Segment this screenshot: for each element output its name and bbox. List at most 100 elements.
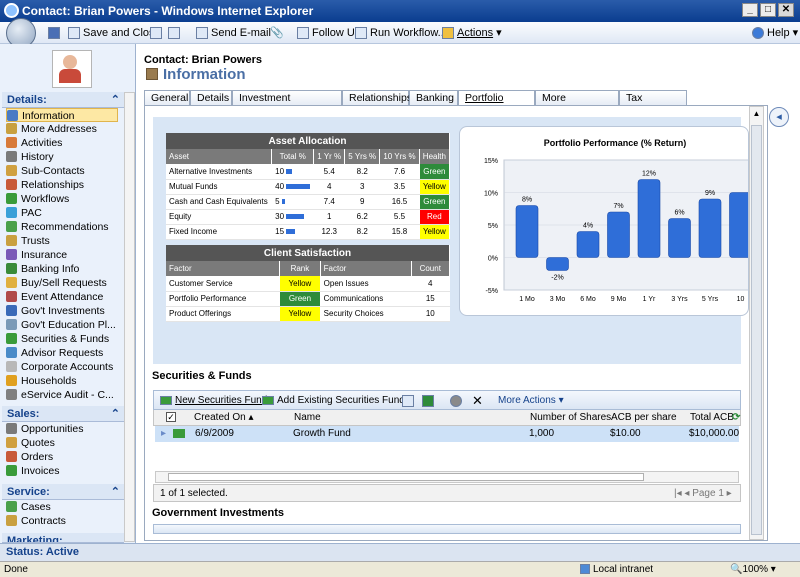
- sidebar-item-activities[interactable]: Activities: [6, 136, 118, 150]
- content-scrollbar[interactable]: ▲: [749, 106, 764, 540]
- factor-name-2: Open Issues: [320, 276, 412, 292]
- chart-xtick: 1 Yr: [643, 296, 656, 303]
- table-row: Product Offerings Yellow Security Choices 1…: [166, 306, 451, 322]
- select-all-checkbox[interactable]: ✓: [166, 411, 176, 425]
- cell-name[interactable]: Growth Fund: [293, 427, 351, 441]
- collapse-panel-icon[interactable]: ◂: [769, 107, 789, 127]
- details-section-header[interactable]: Details: ⌃: [2, 92, 124, 108]
- sidebar-item-pac[interactable]: PAC: [6, 206, 118, 220]
- satisfaction-col-header: Factor: [166, 261, 281, 276]
- col-name[interactable]: Name: [294, 411, 321, 425]
- sidebar-item-securities-funds[interactable]: Securities & Funds: [6, 332, 118, 346]
- grid-footer: 1 of 1 selected. |◂ ◂ Page 1 ▸: [153, 484, 741, 502]
- copy-icon[interactable]: [150, 25, 165, 41]
- service-section-header[interactable]: Service: ⌃: [2, 484, 124, 500]
- sidebar-item-trusts[interactable]: Trusts: [6, 234, 118, 248]
- scroll-thumb[interactable]: [751, 125, 762, 535]
- sidebar-item-quotes[interactable]: Quotes: [6, 436, 118, 450]
- marketing-section-header[interactable]: Marketing:: [2, 533, 124, 543]
- more-actions-menu[interactable]: More Actions ▾: [498, 393, 564, 409]
- add-existing-button[interactable]: Add Existing Securities Funds: [262, 393, 410, 409]
- chart-bar: [698, 198, 722, 258]
- sidebar-item-workflows[interactable]: Workflows: [6, 192, 118, 206]
- sidebar-item-banking-info[interactable]: Banking Info: [6, 262, 118, 276]
- sidebar-item-insurance[interactable]: Insurance: [6, 248, 118, 262]
- nav-item-icon: [6, 263, 17, 274]
- sidebar-item-more-addresses[interactable]: More Addresses: [6, 122, 118, 136]
- sidebar-item-corporate-accounts[interactable]: Corporate Accounts: [6, 360, 118, 374]
- asset-col-header: Total %: [271, 149, 315, 164]
- selection-count: 1 of 1 selected.: [160, 488, 228, 499]
- tab-details[interactable]: Details: [190, 90, 232, 106]
- col-created-on[interactable]: Created On ▴: [194, 411, 254, 425]
- sidebar-item-gov-t-education-pl[interactable]: Gov't Education Pl...: [6, 318, 118, 332]
- chart-data-label: -2%: [551, 275, 563, 282]
- table-row[interactable]: ▸ 6/9/2009 Growth Fund 1,000 $10.00 $10,…: [155, 426, 739, 442]
- sidebar-item-recommendations[interactable]: Recommendations: [6, 220, 118, 234]
- assign-icon[interactable]: [450, 393, 465, 409]
- pager[interactable]: |◂ ◂ Page 1 ▸: [674, 488, 732, 499]
- follow-up-button[interactable]: Follow Up: [297, 25, 361, 41]
- send-email-button[interactable]: Send E-mail: [196, 25, 271, 41]
- tab-investment-background[interactable]: Investment Background: [232, 90, 342, 118]
- run-workflow-button[interactable]: Run Workflow...: [355, 25, 447, 41]
- save-close-button[interactable]: Save and Close: [68, 25, 161, 41]
- tab-general[interactable]: General: [144, 90, 190, 106]
- print-icon[interactable]: [168, 25, 183, 41]
- sidebar-item-sub-contacts[interactable]: Sub-Contacts: [6, 164, 118, 178]
- export-excel-icon[interactable]: [422, 393, 437, 409]
- sidebar-item-invoices[interactable]: Invoices: [6, 464, 118, 478]
- nav-item-icon: [6, 319, 17, 330]
- grid-hscrollbar[interactable]: [155, 471, 739, 483]
- actions-menu[interactable]: Actions ▾: [442, 25, 502, 41]
- delete-icon[interactable]: ✕: [472, 393, 483, 409]
- asset-col-header: 1 Yr %: [313, 149, 346, 164]
- new-securities-button[interactable]: New Securities Funds: [160, 393, 272, 409]
- status-badge: Green: [419, 164, 451, 180]
- tab-banking[interactable]: Banking: [409, 90, 458, 106]
- sidebar-item-contracts[interactable]: Contracts: [6, 514, 118, 528]
- asset-name: Mutual Funds: [166, 179, 273, 195]
- scroll-up-icon[interactable]: ▲: [751, 108, 762, 119]
- maximize-button[interactable]: □: [760, 3, 776, 17]
- asset-total: 40: [271, 179, 315, 195]
- sidebar-item-relationships[interactable]: Relationships: [6, 178, 118, 192]
- sidebar-item-advisor-requests[interactable]: Advisor Requests: [6, 346, 118, 360]
- sidebar-item-gov-t-investments[interactable]: Gov't Investments: [6, 304, 118, 318]
- col-shares[interactable]: Number of Shares: [530, 411, 611, 425]
- sales-section-header[interactable]: Sales: ⌃: [2, 406, 124, 422]
- table-row: Cash and Cash Equivalents 5 7.4 9 16.5 Green: [166, 194, 451, 210]
- print-grid-icon[interactable]: [402, 393, 417, 409]
- expand-row-icon[interactable]: ▸: [161, 427, 166, 441]
- avatar-body: [59, 69, 81, 83]
- zoom-control[interactable]: 🔍100% ▾: [730, 564, 776, 575]
- nav-item-label: Recommendations: [21, 221, 109, 233]
- tab-more-addresses[interactable]: More Addresses: [535, 90, 619, 118]
- refresh-icon[interactable]: ⟳: [732, 411, 740, 425]
- grid-hscroll-thumb[interactable]: [168, 473, 644, 481]
- sidebar-item-households[interactable]: Households: [6, 374, 118, 388]
- sidebar-item-information[interactable]: Information: [6, 108, 118, 122]
- nav-item-label: Invoices: [21, 465, 60, 477]
- col-acb-per-share[interactable]: ACB per share: [611, 411, 677, 425]
- sidebar-item-event-attendance[interactable]: Event Attendance: [6, 290, 118, 304]
- sidebar-item-eservice-audit-c[interactable]: eService Audit - C...: [6, 388, 118, 402]
- save-icon[interactable]: [48, 25, 63, 41]
- left-navigation: Details: ⌃ Information More Addresses Activ…: [0, 44, 136, 543]
- asset-y5: 3: [344, 179, 381, 195]
- sidebar-item-orders[interactable]: Orders: [6, 450, 118, 464]
- tab-portfolio-holdings[interactable]: Portfolio Holdings: [458, 90, 535, 118]
- sidebar-item-opportunities[interactable]: Opportunities: [6, 422, 118, 436]
- left-nav-scrollbar[interactable]: [124, 92, 135, 542]
- close-button[interactable]: ✕: [778, 3, 794, 17]
- minimize-button[interactable]: _: [742, 3, 758, 17]
- help-menu[interactable]: Help ▾: [752, 25, 798, 41]
- tab-tax-records[interactable]: Tax Records: [619, 90, 687, 118]
- col-total-acb[interactable]: Total ACB: [690, 411, 734, 425]
- sidebar-item-cases[interactable]: Cases: [6, 500, 118, 514]
- attach-icon[interactable]: 📎: [270, 25, 284, 41]
- sidebar-item-buy-sell-requests[interactable]: Buy/Sell Requests: [6, 276, 118, 290]
- sidebar-item-history[interactable]: History: [6, 150, 118, 164]
- factor-count: 4: [411, 276, 451, 292]
- tab-relationships[interactable]: Relationships: [342, 90, 412, 106]
